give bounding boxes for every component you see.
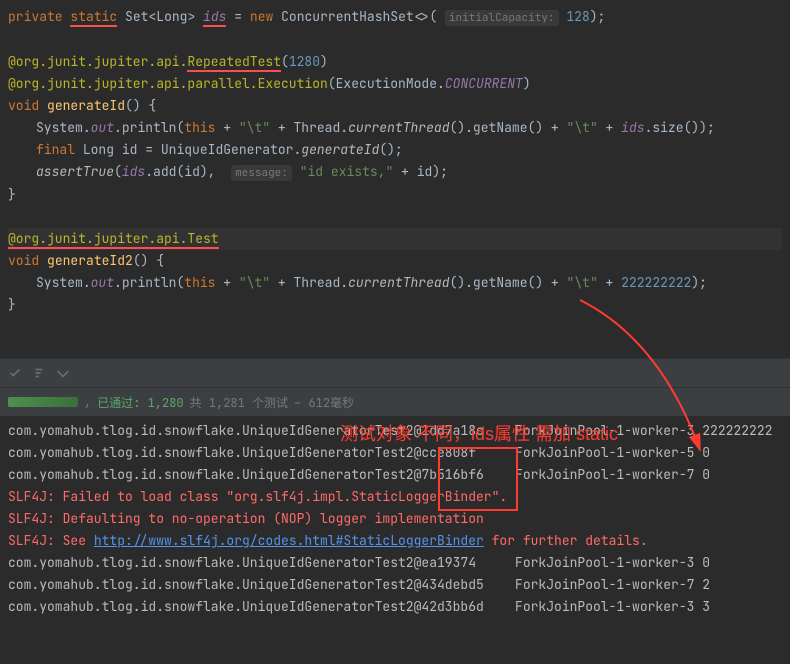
console-line: com.yomahub.tlog.id.snowflake.UniqueIdGe… <box>8 574 782 596</box>
code-line: @org.junit.jupiter.api.RepeatedTest(1280… <box>8 51 782 73</box>
console-output[interactable]: com.yomahub.tlog.id.snowflake.UniqueIdGe… <box>0 416 790 622</box>
console-line: com.yomahub.tlog.id.snowflake.UniqueIdGe… <box>8 552 782 574</box>
console-line: com.yomahub.tlog.id.snowflake.UniqueIdGe… <box>8 596 782 618</box>
code-line: System.out.println(this + "\t" + Thread.… <box>8 117 782 139</box>
code-line <box>8 29 782 51</box>
checkmark-icon[interactable] <box>8 366 22 380</box>
slf4j-link[interactable]: http://www.slf4j.org/codes.html#StaticLo… <box>94 532 484 549</box>
code-line <box>8 206 782 228</box>
sort-icon[interactable] <box>32 366 46 380</box>
passed-count: 已通过: 1,280 <box>97 394 183 411</box>
code-line: @org.junit.jupiter.api.Test <box>8 228 782 250</box>
code-line: private static Set<Long> ids = new Concu… <box>8 6 782 29</box>
code-line: assertTrue(ids.add(id), message: "id exi… <box>8 161 782 184</box>
console-error-line: SLF4J: Defaulting to no-operation (NOP) … <box>8 508 782 530</box>
test-toolbar <box>0 358 790 388</box>
console-line: com.yomahub.tlog.id.snowflake.UniqueIdGe… <box>8 442 782 464</box>
code-line: void generateId2() { <box>8 250 782 272</box>
code-line: } <box>8 184 782 206</box>
code-line: } <box>8 294 782 316</box>
code-line: void generateId() { <box>8 95 782 117</box>
console-line: com.yomahub.tlog.id.snowflake.UniqueIdGe… <box>8 420 782 442</box>
total-count: 共 1,281 个测试 <box>190 394 288 411</box>
progress-bar <box>8 397 78 407</box>
code-line: final Long id = UniqueIdGenerator.genera… <box>8 139 782 161</box>
console-error-line: SLF4J: See http://www.slf4j.org/codes.ht… <box>8 530 782 552</box>
test-status-bar: , 已通过: 1,280 共 1,281 个测试 – 612毫秒 <box>0 388 790 416</box>
console-error-line: SLF4J: Failed to load class "org.slf4j.i… <box>8 486 782 508</box>
code-editor[interactable]: private static Set<Long> ids = new Concu… <box>0 0 790 322</box>
elapsed-time: – 612毫秒 <box>294 394 354 411</box>
console-line: com.yomahub.tlog.id.snowflake.UniqueIdGe… <box>8 464 782 486</box>
expand-icon[interactable] <box>56 366 70 380</box>
code-line: System.out.println(this + "\t" + Thread.… <box>8 272 782 294</box>
code-line: @org.junit.jupiter.api.parallel.Executio… <box>8 73 782 95</box>
